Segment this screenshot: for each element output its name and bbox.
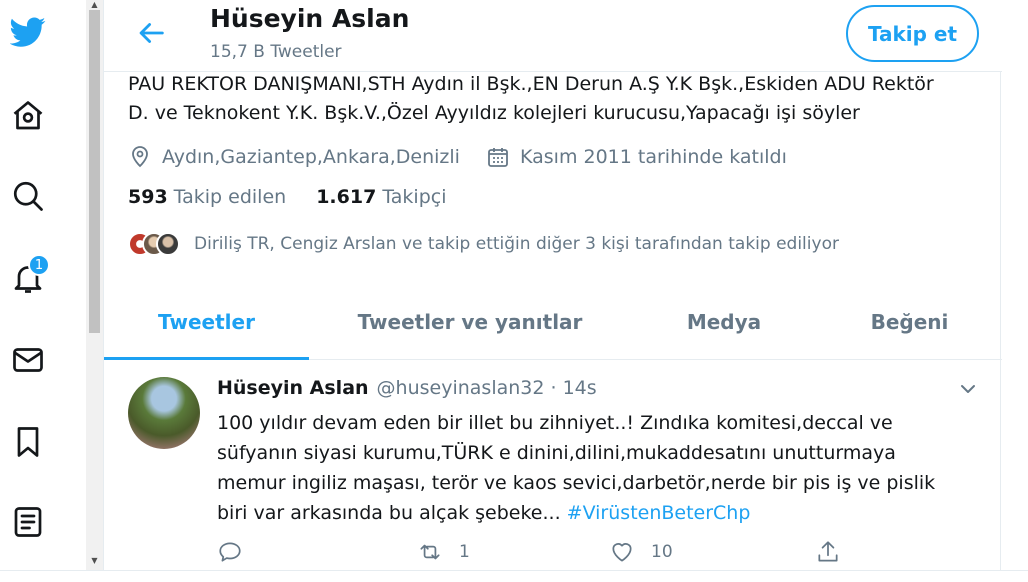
hashtag-link[interactable]: #VirüstenBeterChp [567, 502, 751, 524]
tweet-text-line: memur ingiliz maşası, terör ve kaos sevi… [217, 472, 936, 494]
tweet-actions: 1 10 [217, 537, 977, 567]
scroll-up-arrow-icon[interactable]: ▲ [86, 0, 103, 10]
notification-badge: 1 [28, 254, 50, 276]
back-arrow-icon[interactable] [134, 16, 168, 50]
followed-by-text: Diriliş TR, Cengiz Arslan ve takip ettiğ… [194, 234, 839, 254]
page-title: Hüseyin Aslan [210, 4, 410, 33]
tweet-author-name[interactable]: Hüseyin Aslan [217, 377, 369, 399]
tweet-count: 15,7 B Tweetler [210, 42, 342, 62]
tweet-handle-time: @huseyinaslan32 · 14s [376, 377, 597, 399]
like-button[interactable]: 10 [609, 537, 673, 567]
bio-line: PAU REKTOR DANIŞMANI,STH Aydın il Bşk.,E… [128, 73, 934, 95]
profile-header-bar: Hüseyin Aslan 15,7 B Tweetler Takip et [104, 0, 1002, 72]
profile-location: Aydın,Gaziantep,Ankara,Denizli [128, 143, 460, 171]
chevron-down-icon[interactable] [956, 377, 980, 401]
following-count: 593 [128, 186, 168, 208]
explore-icon[interactable] [8, 176, 48, 216]
share-icon [818, 541, 838, 562]
followers-count: 1.617 [316, 186, 377, 208]
follow-button[interactable]: Takip et [846, 5, 979, 62]
tab-tweets[interactable]: Tweetler [104, 284, 309, 360]
tab-media[interactable]: Medya [631, 284, 817, 360]
lists-icon[interactable] [8, 502, 48, 542]
followers-label: Takipçi [382, 186, 447, 208]
share-button[interactable] [815, 537, 857, 567]
twitter-icon[interactable] [8, 12, 48, 52]
tweet-text: 100 yıldır devam eden bir illet bu zihni… [217, 408, 977, 528]
messages-icon[interactable] [8, 340, 48, 380]
bookmarks-icon[interactable] [8, 422, 48, 462]
joined-text: Kasım 2011 tarihinde katıldı [520, 146, 787, 168]
location-pin-icon [132, 146, 148, 168]
tweet-text-line: biri var arkasında bu alçak şebeke... [217, 502, 561, 524]
reply-icon [219, 542, 241, 562]
scroll-down-arrow-icon[interactable]: ▼ [86, 556, 103, 566]
bottom-edge [0, 570, 1028, 582]
following-label: Takip edilen [173, 186, 287, 208]
retweet-icon [420, 544, 440, 560]
profile-stats: 593 Takip edilen 1.617 Takipçi [128, 186, 476, 208]
calendar-icon [488, 148, 508, 167]
like-count: 10 [651, 542, 673, 562]
profile-column: Hüseyin Aslan 15,7 B Tweetler Takip et P… [103, 0, 1002, 570]
retweet-count: 1 [459, 542, 470, 562]
follower-avatar [156, 232, 180, 256]
followed-by-row[interactable]: Diriliş TR, Cengiz Arslan ve takip ettiğ… [128, 230, 839, 258]
tweet-header: Hüseyin Aslan @huseyinaslan32 · 14s [217, 377, 597, 399]
tab-likes[interactable]: Beğeni [817, 284, 1002, 360]
avatar[interactable] [128, 377, 200, 449]
bio-line: D. ve Teknokent Y.K. Bşk.V.,Özel Ayyıldı… [128, 102, 860, 124]
profile-joined: Kasım 2011 tarihinde katıldı [486, 143, 787, 171]
tweet-text-line: 100 yıldır devam eden bir illet bu zihni… [217, 412, 893, 434]
location-text: Aydın,Gaziantep,Ankara,Denizli [162, 146, 460, 168]
home-icon[interactable] [8, 96, 48, 136]
vertical-scrollbar[interactable]: ▲ ▼ [86, 0, 103, 570]
profile-tabs: Tweetler Tweetler ve yanıtlar Medya Beğe… [104, 284, 1002, 360]
following-link[interactable]: 593 Takip edilen [128, 186, 286, 208]
reply-button[interactable] [217, 537, 259, 567]
sidebar-nav: 1 [0, 0, 86, 582]
tweet-text-line: süfyanın siyasi kurumu,TÜRK e dinini,dil… [217, 442, 896, 464]
active-tab-indicator [104, 357, 309, 360]
profile-bio: PAU REKTOR DANIŞMANI,STH Aydın il Bşk.,E… [128, 70, 988, 128]
tab-tweets-and-replies[interactable]: Tweetler ve yanıtlar [309, 284, 631, 360]
scroll-thumb[interactable] [89, 10, 100, 333]
heart-icon [612, 543, 632, 562]
followers-link[interactable]: 1.617 Takipçi [316, 186, 446, 208]
tweet-card[interactable]: Hüseyin Aslan @huseyinaslan32 · 14s 100 … [104, 361, 1002, 570]
retweet-button[interactable]: 1 [417, 537, 470, 567]
